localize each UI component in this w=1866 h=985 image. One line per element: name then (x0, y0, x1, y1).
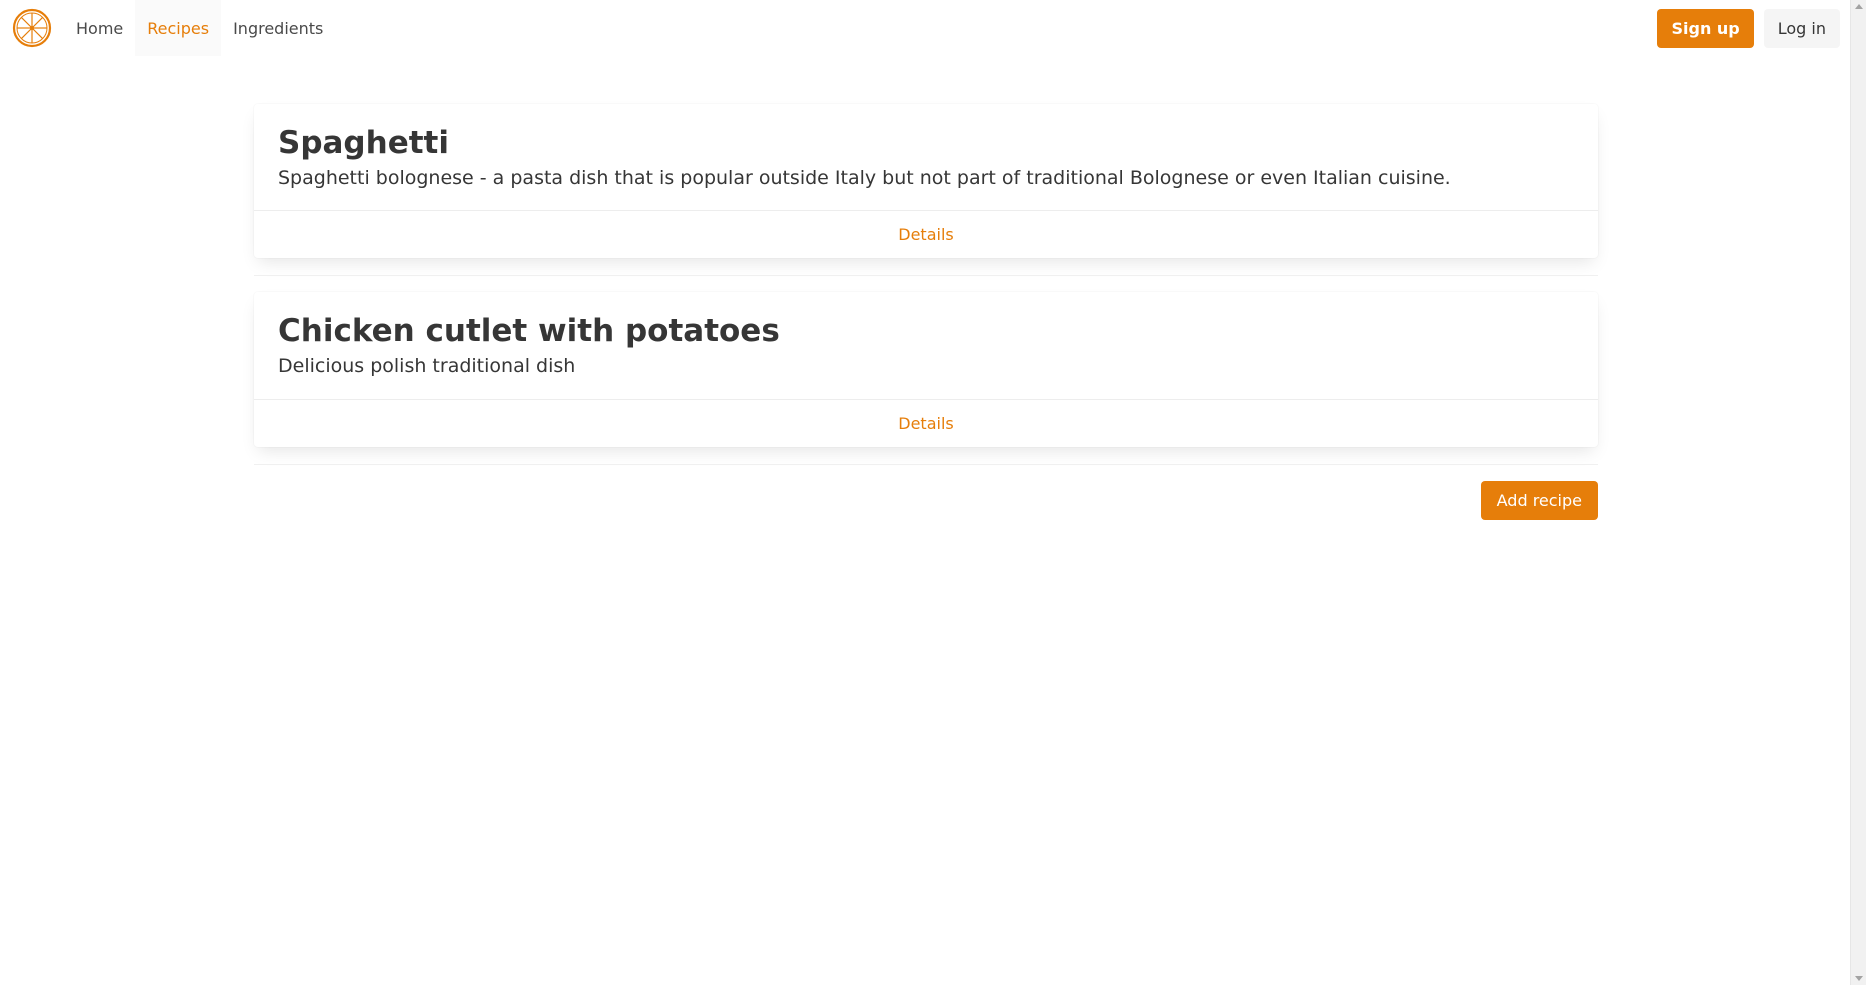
nav-actions: Sign up Log in (1657, 0, 1850, 56)
recipe-card-footer: Details (254, 210, 1598, 258)
recipe-description: Spaghetti bolognese - a pasta dish that … (278, 166, 1451, 189)
list-actions: Add recipe (254, 480, 1598, 520)
recipe-card: Chicken cutlet with potatoes Delicious p… (254, 292, 1598, 447)
navbar: Home Recipes Ingredients Sign up Log in (0, 0, 1850, 56)
divider (254, 463, 1598, 465)
scroll-down-arrow-icon[interactable] (1855, 976, 1863, 981)
signup-button[interactable]: Sign up (1657, 8, 1754, 48)
divider (254, 275, 1598, 277)
recipe-card-footer: Details (254, 398, 1598, 447)
recipe-title: Chicken cutlet with potatoes (278, 313, 780, 350)
recipe-list: Spaghetti Spaghetti bolognese - a pasta … (254, 104, 1598, 520)
details-link[interactable]: Details (898, 225, 953, 244)
details-link[interactable]: Details (898, 414, 953, 433)
recipe-card-content: Chicken cutlet with potatoes Delicious p… (254, 292, 1598, 398)
recipe-description: Delicious polish traditional dish (278, 354, 576, 377)
vertical-scrollbar[interactable] (1850, 0, 1866, 985)
nav-item-home[interactable]: Home (64, 0, 135, 56)
page: Home Recipes Ingredients Sign up Log in … (0, 0, 1866, 985)
orange-slice-icon (12, 8, 52, 48)
nav-item-recipes[interactable]: Recipes (135, 0, 222, 56)
login-button[interactable]: Log in (1763, 8, 1840, 48)
recipe-card-content: Spaghetti Spaghetti bolognese - a pasta … (254, 104, 1598, 210)
recipe-title: Spaghetti (278, 125, 449, 161)
scroll-up-arrow-icon[interactable] (1855, 4, 1863, 9)
nav-item-ingredients[interactable]: Ingredients (221, 0, 335, 56)
logo-link[interactable] (0, 0, 64, 56)
add-recipe-button[interactable]: Add recipe (1480, 480, 1598, 520)
recipe-card: Spaghetti Spaghetti bolognese - a pasta … (254, 104, 1598, 259)
